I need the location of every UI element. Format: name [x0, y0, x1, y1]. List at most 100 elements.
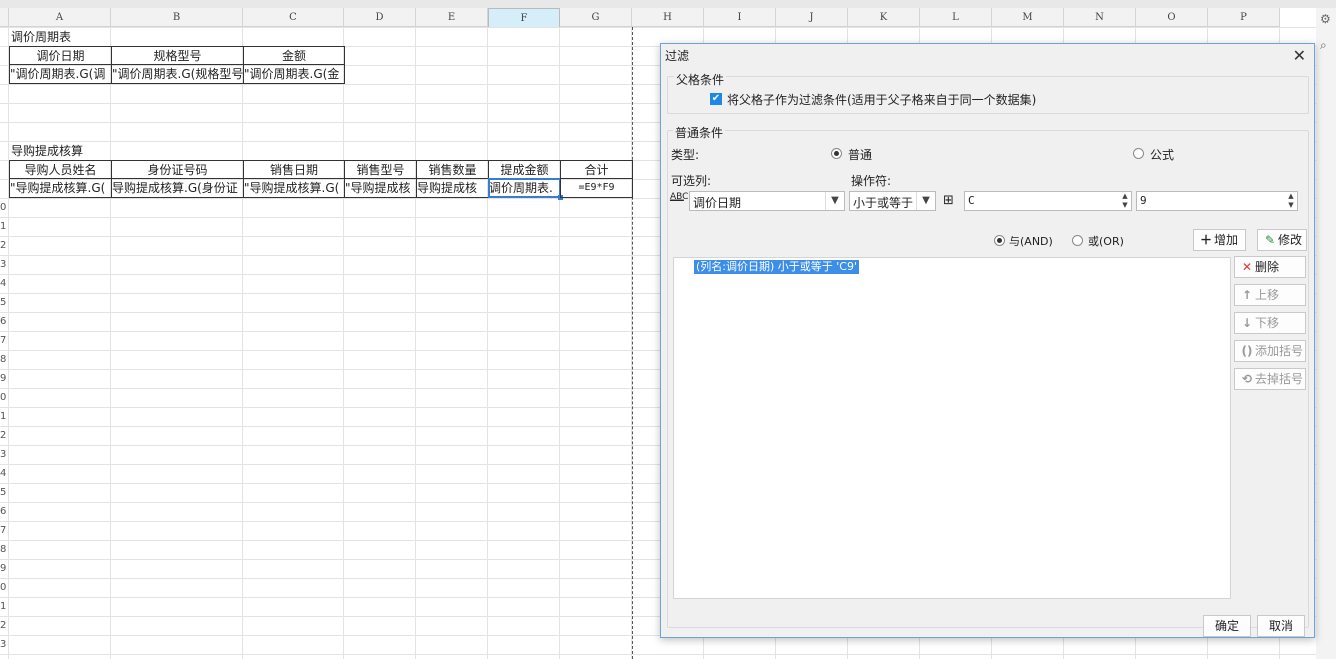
row-number[interactable]: 2 — [0, 426, 8, 445]
column-header-h[interactable]: H — [632, 8, 704, 27]
column-header-p[interactable]: P — [1208, 8, 1280, 27]
column-header-k[interactable]: K — [848, 8, 920, 27]
header-cell[interactable]: 调价日期 — [9, 46, 112, 65]
column-letter-input[interactable]: C ▲ ▼ — [964, 191, 1132, 211]
data-cell[interactable]: "调价周期表.G(调 — [9, 64, 112, 84]
column-header-j[interactable]: J — [776, 8, 848, 27]
modify-button[interactable]: ✎ 修改 — [1257, 229, 1307, 251]
column-header-i[interactable]: I — [704, 8, 776, 27]
row-number[interactable]: 3 — [0, 445, 8, 464]
type-label: 类型: — [671, 148, 700, 162]
header-cell[interactable]: 金额 — [243, 46, 345, 65]
column-header-n[interactable]: N — [1064, 8, 1136, 27]
column-header-e[interactable]: E — [416, 8, 488, 27]
column-header-f[interactable]: F — [488, 8, 560, 28]
data-cell[interactable]: 导购提成核 — [416, 178, 489, 198]
column-type-icon: ABC ▔▔ — [670, 192, 689, 211]
header-cell[interactable]: 销售数量 — [416, 160, 489, 179]
row-number[interactable]: 0 — [0, 578, 8, 597]
or-radio[interactable] — [1072, 235, 1083, 246]
data-cell[interactable]: "导购提成核算.G( — [243, 178, 345, 198]
data-cell[interactable]: "调价周期表.G(规格型号 — [111, 64, 244, 84]
cell-reference-icon[interactable]: ⊞ — [943, 193, 954, 208]
row-number[interactable]: 3 — [0, 635, 8, 654]
row-number[interactable]: 1 — [0, 407, 8, 426]
row-number[interactable]: 5 — [0, 293, 8, 312]
move-down-button[interactable]: ↓ 下移 — [1234, 312, 1306, 334]
remove-bracket-label: 去掉括号 — [1255, 372, 1304, 386]
row-number[interactable]: 5 — [0, 483, 8, 502]
and-radio[interactable] — [994, 235, 1005, 246]
data-cell[interactable]: 导购提成核算.G(身份证 — [111, 178, 244, 198]
column-header-c[interactable]: C — [243, 8, 344, 27]
column-header-a[interactable]: A — [9, 8, 111, 27]
row-number[interactable]: 3 — [0, 255, 8, 274]
column-header-m[interactable]: M — [992, 8, 1064, 27]
row-number[interactable]: 8 — [0, 540, 8, 559]
close-icon[interactable]: ✕ — [1293, 46, 1306, 65]
add-bracket-button[interactable]: () 添加括号 — [1234, 340, 1306, 362]
row-number[interactable]: 6 — [0, 312, 8, 331]
column-header-g[interactable]: G — [560, 8, 632, 27]
column-header-d[interactable]: D — [344, 8, 416, 27]
header-cell[interactable]: 提成金额 — [488, 160, 561, 179]
edit-icon: ✎ — [1264, 233, 1276, 247]
filter-dialog[interactable]: 过滤 ✕ 父格条件 ✔ 将父格子作为过滤条件(适用于父子格来自于同一个数据集) … — [660, 43, 1315, 638]
row-number[interactable]: 1 — [0, 597, 8, 616]
parent-section-title: 父格条件 — [674, 71, 727, 88]
condition-list[interactable]: (列名:调价日期) 小于或等于 'C9' — [673, 257, 1231, 599]
search-icon[interactable]: ⌕ — [1320, 38, 1327, 53]
row-number[interactable]: 7 — [0, 331, 8, 350]
parent-checkbox[interactable]: ✔ — [710, 93, 722, 105]
section2-title[interactable]: 导购提成核算 — [11, 142, 111, 160]
cancel-button[interactable]: 取消 — [1257, 615, 1305, 637]
header-cell[interactable]: 规格型号 — [111, 46, 244, 65]
ok-button[interactable]: 确定 — [1203, 615, 1251, 637]
row-number-input[interactable]: 9 ▲ ▼ — [1136, 191, 1298, 211]
move-up-button[interactable]: ↑ 上移 — [1234, 284, 1306, 306]
column-header-l[interactable]: L — [920, 8, 992, 27]
spinner-icon[interactable]: ▲ ▼ — [1119, 192, 1131, 210]
header-cell[interactable]: 销售型号 — [344, 160, 417, 179]
condition-item[interactable]: (列名:调价日期) 小于或等于 'C9' — [694, 260, 860, 274]
column-header-o[interactable]: O — [1136, 8, 1208, 27]
operator-select[interactable]: 小于或等于 ▼ — [849, 191, 936, 211]
data-cell[interactable]: "导购提成核 — [344, 178, 417, 198]
row-number[interactable]: 4 — [0, 274, 8, 293]
data-cell[interactable]: "调价周期表.G(金 — [243, 64, 345, 84]
row-number[interactable]: 9 — [0, 369, 8, 388]
row-number[interactable]: 4 — [0, 464, 8, 483]
plus-icon: ＋ — [1199, 233, 1212, 247]
type-formula-radio[interactable] — [1133, 148, 1144, 159]
delete-button[interactable]: ✕ 删除 — [1234, 256, 1306, 278]
column-select[interactable]: 调价日期 ▼ — [689, 191, 845, 211]
row-number[interactable]: 8 — [0, 350, 8, 369]
row-number[interactable]: 7 — [0, 521, 8, 540]
settings-icon[interactable]: ⚙ — [1320, 12, 1331, 26]
formula-cell[interactable]: =E9*F9 — [560, 178, 633, 198]
corner-cell[interactable] — [0, 8, 9, 27]
type-formula-label: 公式 — [1150, 148, 1175, 162]
column-select-value: 调价日期 — [693, 196, 742, 210]
data-cell[interactable]: "导购提成核算.G( — [9, 178, 112, 198]
add-button[interactable]: ＋增加 — [1193, 229, 1246, 251]
header-cell[interactable]: 身份证号码 — [111, 160, 244, 179]
row-number[interactable]: 2 — [0, 616, 8, 635]
row-number[interactable]: 1 — [0, 217, 8, 236]
column-header-b[interactable]: B — [111, 8, 243, 27]
section1-title[interactable]: 调价周期表 — [11, 28, 111, 46]
row-number[interactable]: 9 — [0, 559, 8, 578]
row-number[interactable]: 2 — [0, 236, 8, 255]
row-number[interactable]: 0 — [0, 198, 8, 217]
remove-bracket-button[interactable]: ⟲ 去掉括号 — [1234, 368, 1306, 390]
header-cell[interactable]: 导购人员姓名 — [9, 160, 112, 179]
header-cell[interactable]: 销售日期 — [243, 160, 345, 179]
row-number[interactable]: 0 — [0, 388, 8, 407]
type-normal-radio[interactable] — [831, 148, 842, 159]
row-number[interactable]: 6 — [0, 502, 8, 521]
header-cell[interactable]: 合计 — [560, 160, 633, 179]
or-label: 或(OR) — [1088, 235, 1124, 248]
spinner-icon[interactable]: ▲ ▼ — [1285, 192, 1297, 210]
selected-cell[interactable]: 调价周期表. — [488, 178, 561, 198]
move-down-label: 下移 — [1255, 316, 1280, 330]
